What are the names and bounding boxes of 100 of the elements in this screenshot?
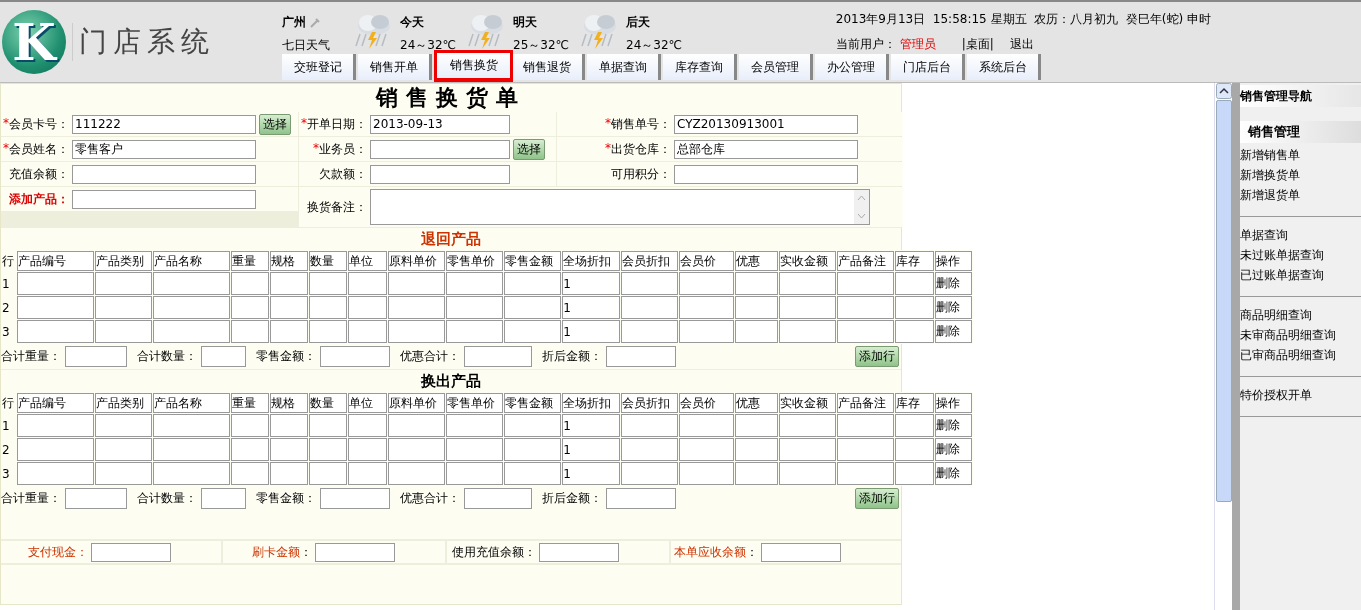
table-cell[interactable] [270,462,309,485]
sidebar-item[interactable]: 新增退货单 [1240,185,1361,205]
table-cell[interactable] [387,272,445,295]
table-cell[interactable] [837,272,895,295]
table-cell[interactable] [309,438,348,461]
table-cell[interactable] [16,414,95,437]
table-cell[interactable] [678,438,734,461]
total-field[interactable] [201,488,246,509]
payment-field[interactable] [315,542,395,562]
scrollbar[interactable] [854,190,869,224]
table-cell[interactable] [348,414,387,437]
delete-link[interactable]: 删除 [934,438,972,461]
payment-field[interactable] [761,542,841,562]
table-cell[interactable] [445,272,504,295]
table-cell[interactable] [231,462,270,485]
table-cell[interactable] [387,296,445,319]
sidebar-item[interactable]: 已过账单据查询 [1240,265,1361,285]
table-cell[interactable] [895,296,934,319]
select-button[interactable]: 选择 [513,138,545,160]
table-cell[interactable] [309,414,348,437]
table-cell[interactable] [387,462,445,485]
table-cell[interactable] [16,462,95,485]
table-cell[interactable] [678,320,734,343]
table-cell[interactable] [348,296,387,319]
table-cell[interactable] [678,296,734,319]
table-cell[interactable] [231,414,270,437]
total-field[interactable] [320,488,390,509]
table-cell[interactable] [153,320,231,343]
table-cell[interactable] [153,414,231,437]
table-cell[interactable] [95,462,153,485]
total-field[interactable] [606,346,676,367]
table-cell[interactable] [837,296,895,319]
nav-tab[interactable]: 会员管理 [739,54,813,80]
scrollbar-thumb[interactable] [1215,100,1232,502]
sidebar-item[interactable]: 单据查询 [1240,225,1361,245]
table-cell[interactable]: 1 [562,414,620,437]
nav-tab[interactable]: 交班登记 [282,54,356,80]
table-cell[interactable] [895,320,934,343]
table-cell[interactable]: 1 [562,272,620,295]
table-cell[interactable] [734,438,778,461]
table-cell[interactable] [387,438,445,461]
table-cell[interactable] [95,414,153,437]
sidebar-item[interactable]: 未审商品明细查询 [1240,325,1361,345]
payment-field[interactable] [91,542,171,562]
total-field[interactable] [464,488,532,509]
table-cell[interactable] [504,272,562,295]
text-field[interactable]: 2013-09-13 [370,114,510,134]
table-cell[interactable] [270,272,309,295]
table-cell[interactable] [678,272,734,295]
text-field[interactable] [370,164,510,184]
table-cell[interactable] [153,462,231,485]
total-field[interactable] [65,488,127,509]
table-cell[interactable] [678,414,734,437]
table-cell[interactable] [445,462,504,485]
table-cell[interactable] [270,320,309,343]
table-cell[interactable]: 1 [562,296,620,319]
table-cell[interactable] [778,414,837,437]
text-field[interactable] [72,164,256,184]
table-cell[interactable] [270,414,309,437]
table-cell[interactable] [348,438,387,461]
table-cell[interactable] [153,272,231,295]
nav-tab[interactable]: 库存查询 [663,54,737,80]
table-cell[interactable] [837,414,895,437]
table-cell[interactable] [95,320,153,343]
table-cell[interactable] [16,320,95,343]
table-cell[interactable] [16,296,95,319]
table-cell[interactable] [678,462,734,485]
table-cell[interactable] [620,462,678,485]
table-cell[interactable] [95,438,153,461]
table-cell[interactable] [348,320,387,343]
table-cell[interactable] [837,438,895,461]
text-field[interactable]: 111222 [72,114,256,134]
table-cell[interactable] [734,414,778,437]
table-cell[interactable] [895,462,934,485]
table-cell[interactable] [445,320,504,343]
select-button[interactable]: 选择 [259,113,291,135]
payment-field[interactable] [539,542,619,562]
table-cell[interactable] [895,272,934,295]
table-cell[interactable] [445,414,504,437]
sidebar-item[interactable]: 新增销售单 [1240,145,1361,165]
table-cell[interactable] [734,296,778,319]
add-row-button[interactable]: 添加行 [855,346,899,367]
table-cell[interactable] [231,296,270,319]
total-field[interactable] [65,346,127,367]
table-cell[interactable] [309,296,348,319]
total-field[interactable] [606,488,676,509]
table-cell[interactable] [734,320,778,343]
add-row-button[interactable]: 添加行 [855,488,899,509]
wrench-icon[interactable] [309,17,320,28]
nav-tab[interactable]: 系统后台 [967,54,1041,80]
table-cell[interactable] [153,296,231,319]
delete-link[interactable]: 删除 [934,272,972,295]
nav-tab[interactable]: 销售换货 [434,50,513,82]
table-cell[interactable] [778,320,837,343]
table-cell[interactable] [231,272,270,295]
table-cell[interactable]: 1 [562,462,620,485]
table-cell[interactable] [309,462,348,485]
text-field[interactable] [674,164,858,184]
sidebar-item[interactable]: 商品明细查询 [1240,305,1361,325]
table-cell[interactable] [778,438,837,461]
